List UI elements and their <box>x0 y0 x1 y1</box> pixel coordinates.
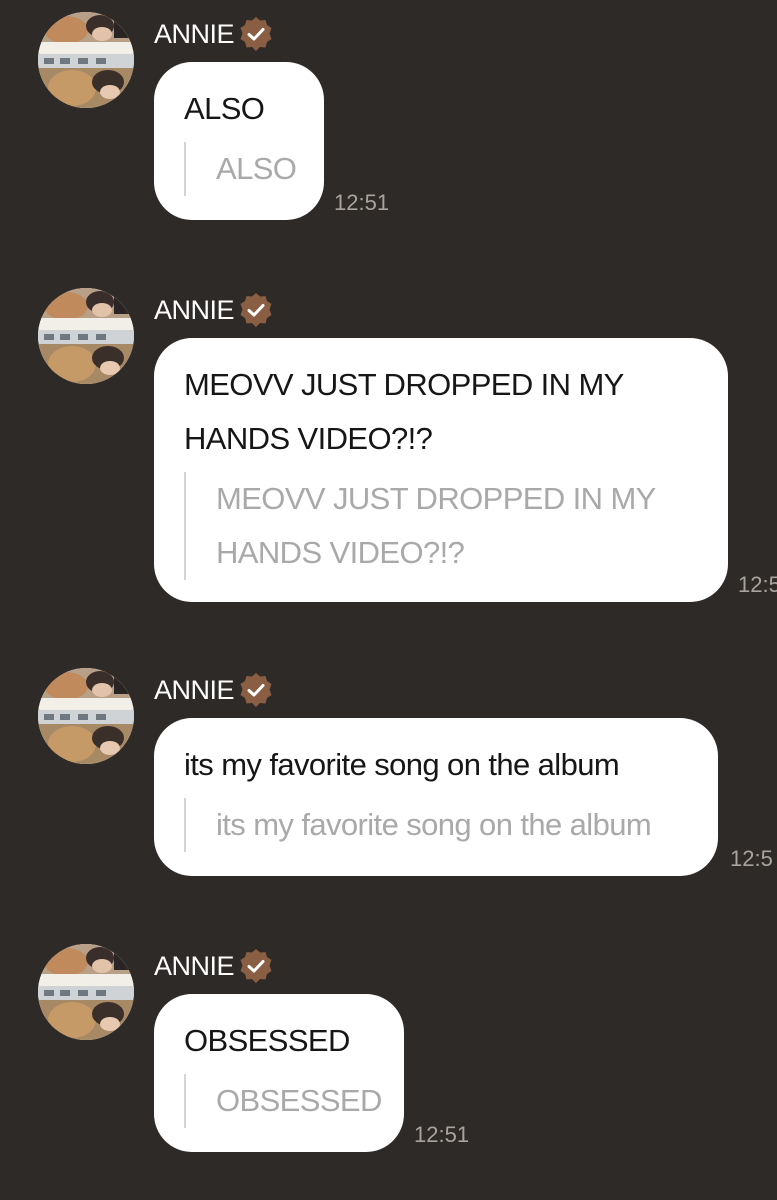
verified-badge-icon <box>238 672 274 708</box>
quoted-text: MEOVV JUST DROPPED IN MY HANDS VIDEO?!? <box>184 472 688 580</box>
sender-row: ANNIE <box>154 946 274 986</box>
message-text: MEOVV JUST DROPPED IN MY HANDS VIDEO?!? <box>184 367 624 456</box>
message-bubble[interactable]: ALSO ALSO <box>154 62 324 220</box>
message-time: 12:5 <box>730 846 773 871</box>
message-text: its my favorite song on the album <box>184 747 620 782</box>
message-bubble[interactable]: MEOVV JUST DROPPED IN MY HANDS VIDEO?!? … <box>154 338 728 602</box>
message-text: ALSO <box>184 91 265 126</box>
quoted-text: ALSO <box>184 142 297 196</box>
message-item: ANNIE ALSO ALSO 12:51 <box>0 0 777 240</box>
sender-name[interactable]: ANNIE <box>154 951 235 982</box>
message-item: ANNIE MEOVV JUST DROPPED IN MY HANDS VID… <box>0 276 777 616</box>
avatar[interactable] <box>38 668 134 764</box>
message-text: OBSESSED <box>184 1023 350 1058</box>
sender-name[interactable]: ANNIE <box>154 19 235 50</box>
message-time: 12:51 <box>334 190 390 215</box>
message-item: ANNIE its my favorite song on the album … <box>0 656 777 896</box>
sender-name[interactable]: ANNIE <box>154 675 235 706</box>
chat-thread: ANNIE ALSO ALSO 12:51 ANNIE MEOVV JUST D… <box>0 0 777 1200</box>
message-bubble[interactable]: its my favorite song on the album its my… <box>154 718 718 876</box>
sender-name[interactable]: ANNIE <box>154 295 235 326</box>
quoted-text: its my favorite song on the album <box>184 798 688 852</box>
avatar[interactable] <box>38 12 134 108</box>
avatar[interactable] <box>38 944 134 1040</box>
sender-row: ANNIE <box>154 14 274 54</box>
message-time: 12:51 <box>414 1122 470 1147</box>
message-time: 12:5 <box>738 572 777 597</box>
message-item: ANNIE OBSESSED OBSESSED 12:51 <box>0 932 777 1172</box>
verified-badge-icon <box>238 948 274 984</box>
sender-row: ANNIE <box>154 290 274 330</box>
quoted-text: OBSESSED <box>184 1074 382 1128</box>
avatar[interactable] <box>38 288 134 384</box>
verified-badge-icon <box>238 16 274 52</box>
message-bubble[interactable]: OBSESSED OBSESSED <box>154 994 404 1152</box>
verified-badge-icon <box>238 292 274 328</box>
sender-row: ANNIE <box>154 670 274 710</box>
